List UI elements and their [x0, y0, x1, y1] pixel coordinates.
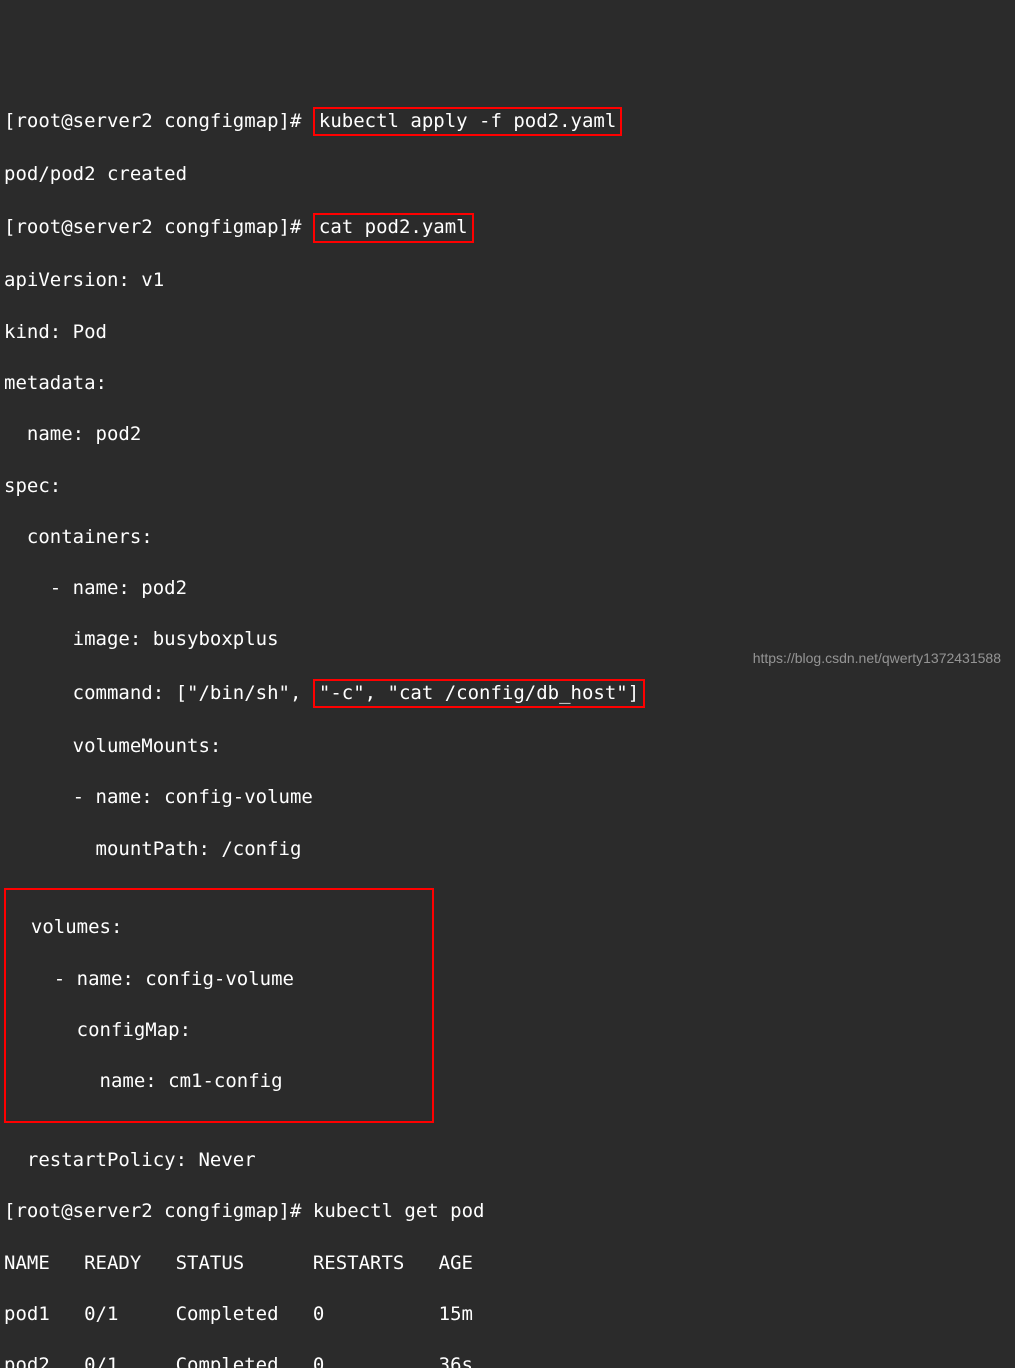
prompt-line-2: [root@server2 congfigmap]# cat pod2.yaml [4, 213, 1011, 243]
prompt-line-3: [root@server2 congfigmap]# kubectl get p… [4, 1199, 1011, 1225]
apply-output: pod/pod2 created [4, 162, 1011, 188]
yaml-line: - name: pod2 [4, 576, 1011, 602]
yaml-line: name: cm1-config [8, 1069, 430, 1095]
yaml-line: metadata: [4, 371, 1011, 397]
yaml-line: spec: [4, 474, 1011, 500]
command-cat: cat pod2.yaml [313, 213, 474, 243]
yaml-line: containers: [4, 525, 1011, 551]
yaml-line: name: pod2 [4, 422, 1011, 448]
yaml-line: volumeMounts: [4, 734, 1011, 760]
yaml-command-prefix: command: ["/bin/sh", [4, 682, 301, 704]
pod-table-header: NAME READY STATUS RESTARTS AGE [4, 1251, 1011, 1277]
shell-prompt: [root@server2 congfigmap]# [4, 1200, 301, 1222]
yaml-line: configMap: [8, 1018, 430, 1044]
yaml-line: - name: config-volume [4, 785, 1011, 811]
yaml-command-boxed: "-c", "cat /config/db_host"] [313, 679, 645, 709]
yaml-line: volumes: [8, 915, 430, 941]
prompt-line-1: [root@server2 congfigmap]# kubectl apply… [4, 107, 1011, 137]
yaml-line: - name: config-volume [8, 967, 430, 993]
table-row: pod1 0/1 Completed 0 15m [4, 1302, 1011, 1328]
command-get-pod: kubectl get pod [313, 1200, 485, 1222]
shell-prompt: [root@server2 congfigmap]# [4, 216, 301, 238]
yaml-line: restartPolicy: Never [4, 1148, 1011, 1174]
yaml-line: kind: Pod [4, 320, 1011, 346]
yaml-line: mountPath: /config [4, 837, 1011, 863]
shell-prompt: [root@server2 congfigmap]# [4, 110, 301, 132]
yaml-volumes-box: volumes: - name: config-volume configMap… [4, 888, 434, 1123]
command-apply: kubectl apply -f pod2.yaml [313, 107, 622, 137]
table-row: pod2 0/1 Completed 0 36s [4, 1353, 1011, 1368]
yaml-line: apiVersion: v1 [4, 268, 1011, 294]
yaml-line-command: command: ["/bin/sh", "-c", "cat /config/… [4, 679, 1011, 709]
watermark: https://blog.csdn.net/qwerty1372431588 [753, 649, 1001, 668]
